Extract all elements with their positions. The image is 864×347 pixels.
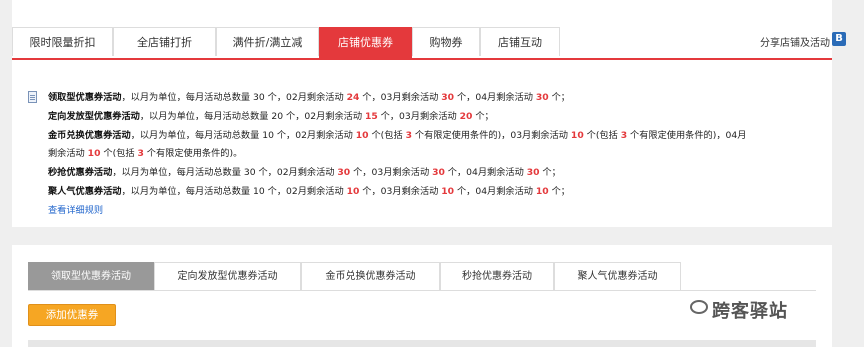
share-badge-icon[interactable]: B [832, 32, 846, 46]
rule-line-popularity: 聚人气优惠券活动，以月为单位，每月活动总数量 10 个，02月剩余活动 10 个… [48, 185, 570, 197]
promotion-tabs: 限时限量折扣 全店铺打折 满件折/满立减 店铺优惠券 购物券 店铺互动 [12, 27, 832, 60]
subtab-claim-coupon[interactable]: 领取型优惠券活动 [28, 262, 154, 290]
wechat-icon [690, 300, 708, 314]
tab-full-reduction[interactable]: 满件折/满立减 [216, 27, 319, 56]
subtab-targeted-coupon[interactable]: 定向发放型优惠券活动 [154, 262, 301, 290]
share-store-link[interactable]: 分享店铺及活动 [760, 34, 830, 49]
subtab-popularity-coupon[interactable]: 聚人气优惠券活动 [554, 262, 681, 290]
table-header-strip [28, 340, 816, 347]
tab-shopping-voucher[interactable]: 购物券 [412, 27, 480, 56]
subtab-coin-coupon[interactable]: 金币兑换优惠券活动 [301, 262, 440, 290]
view-detail-rules-link[interactable]: 查看详细规则 [48, 205, 103, 216]
rule-line-coin-cont: 剩余活动 10 个(包括 3 个有限定使用条件的)。 [48, 148, 243, 160]
tab-store-interaction[interactable]: 店铺互动 [480, 27, 560, 56]
document-icon [28, 91, 37, 103]
tab-store-coupon[interactable]: 店铺优惠券 [319, 27, 412, 58]
coupon-type-tabs: 领取型优惠券活动 定向发放型优惠券活动 金币兑换优惠券活动 秒抢优惠券活动 聚人… [28, 262, 816, 291]
coupon-rules: 领取型优惠券活动，以月为单位，每月活动总数量 30 个，02月剩余活动 24 个… [48, 89, 818, 221]
rule-line-flash: 秒抢优惠券活动，以月为单位，每月活动总数量 30 个，02月剩余活动 30 个，… [48, 167, 561, 179]
rule-line-claim: 领取型优惠券活动，以月为单位，每月活动总数量 30 个，02月剩余活动 24 个… [48, 92, 570, 103]
rule-line-coin: 金币兑换优惠券活动，以月为单位，每月活动总数量 10 个，02月剩余活动 10 … [48, 129, 747, 141]
add-coupon-button[interactable]: 添加优惠券 [28, 304, 116, 326]
watermark-text: 跨客驿站 [712, 301, 788, 322]
rule-line-targeted: 定向发放型优惠券活动，以月为单位，每月活动总数量 20 个，02月剩余活动 15… [48, 110, 494, 122]
tab-limited-discount[interactable]: 限时限量折扣 [12, 27, 113, 56]
subtab-flash-coupon[interactable]: 秒抢优惠券活动 [440, 262, 554, 290]
coupon-activity-panel [12, 245, 832, 347]
tab-store-discount[interactable]: 全店铺打折 [113, 27, 216, 56]
